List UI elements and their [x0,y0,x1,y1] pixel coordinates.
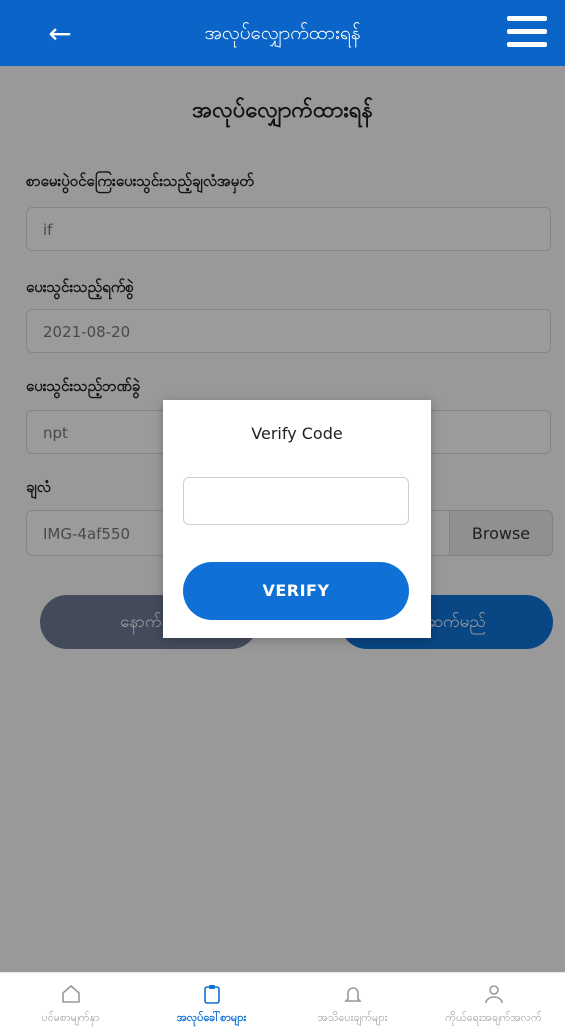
verify-code-input[interactable] [183,477,409,525]
user-icon [423,983,564,1007]
verify-button[interactable]: VERIFY [183,562,409,620]
nav-item-label: ကိုယ်ရေးအချက်အလက် [445,1011,542,1024]
nav-item-label: အလုပ်ခေါ်စာများ [176,1011,247,1024]
dialog-title: Verify Code [251,424,343,443]
nav-item-label: ပင်မစာမျက်နှာ [41,1011,100,1024]
hamburger-menu-icon [507,16,547,47]
clipboard-icon [141,983,282,1007]
nav-item-job-calls[interactable]: အလုပ်ခေါ်စာများ [141,973,282,1033]
arrow-left-icon: ← [48,17,72,50]
verify-code-dialog: Verify Code VERIFY [163,400,431,638]
app-header: ← အလုပ်လျှောက်ထားရန် [0,0,565,66]
nav-item-notifications[interactable]: အသိပေးချက်များ [282,973,423,1033]
home-icon [0,983,141,1007]
header-title: အလုပ်လျှောက်ထားရန် [204,22,361,44]
menu-button[interactable] [507,16,547,50]
bottom-nav: ပင်မစာမျက်နှာ အလုပ်ခေါ်စာများ အသိပေးချက်… [0,972,565,1033]
nav-item-label: အသိပေးချက်များ [317,1011,388,1024]
bell-icon [282,983,423,1007]
back-button[interactable]: ← [40,14,80,54]
nav-item-profile[interactable]: ကိုယ်ရေးအချက်အလက် [423,973,564,1033]
nav-item-home[interactable]: ပင်မစာမျက်နှာ [0,973,141,1033]
